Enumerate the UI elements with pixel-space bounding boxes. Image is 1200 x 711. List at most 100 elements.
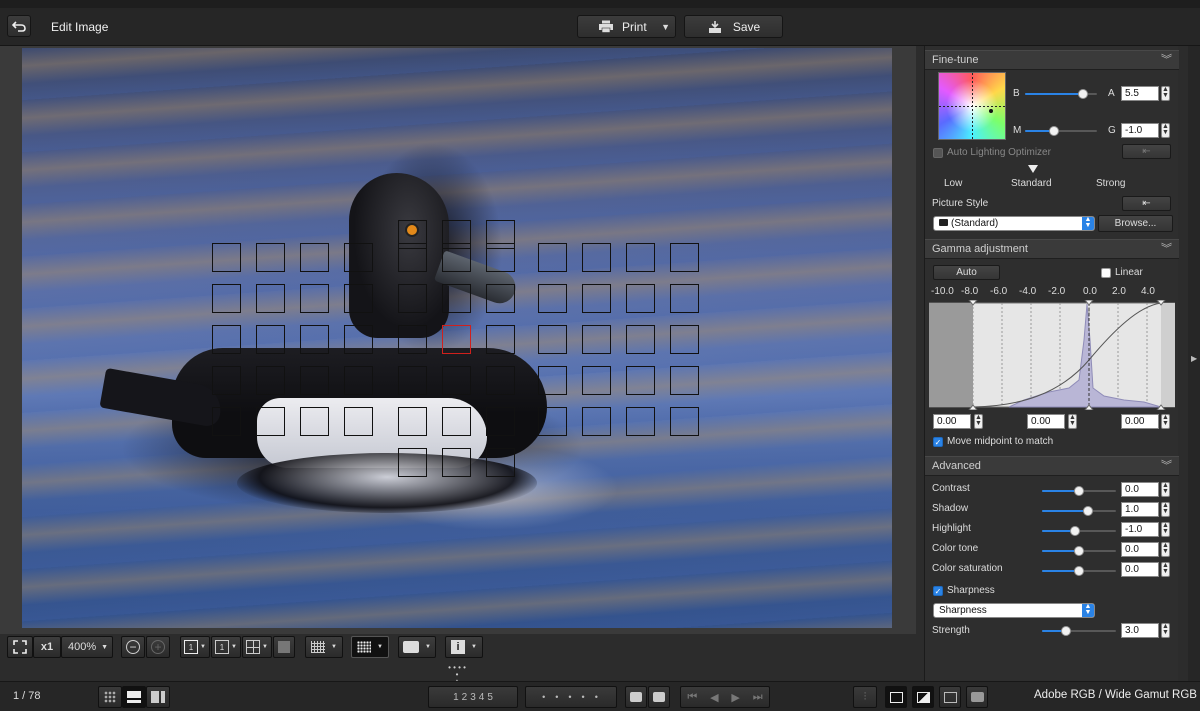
- picture-style-select[interactable]: (Standard) ▲ ▼: [933, 216, 1095, 231]
- camera-settings-button[interactable]: [966, 686, 988, 708]
- advanced-row-stepper[interactable]: ▲ ▼: [1161, 522, 1170, 537]
- af-points-toggle-button[interactable]: ▼: [351, 636, 389, 658]
- sharpness-checkbox[interactable]: ✓: [933, 586, 943, 596]
- af-point[interactable]: [626, 407, 655, 436]
- expand-arrow-icon[interactable]: ▶: [1191, 354, 1197, 363]
- af-point[interactable]: [300, 284, 329, 313]
- advanced-row-stepper[interactable]: ▲ ▼: [1161, 562, 1170, 577]
- af-point[interactable]: [256, 325, 285, 354]
- af-point[interactable]: [256, 366, 285, 395]
- alo-level-strong[interactable]: Strong: [1096, 178, 1125, 189]
- zoom-level-select[interactable]: 400% ▼: [61, 636, 113, 658]
- m-g-slider[interactable]: [1025, 126, 1097, 136]
- print-dropdown-icon[interactable]: ▼: [661, 22, 670, 32]
- af-point[interactable]: [538, 366, 567, 395]
- fit-screen-button[interactable]: [7, 636, 33, 658]
- gamma-mid-input[interactable]: 0.00: [1027, 414, 1065, 429]
- advanced-row-stepper[interactable]: ▲ ▼: [1161, 542, 1170, 557]
- af-point[interactable]: [442, 325, 471, 354]
- af-point[interactable]: [212, 284, 241, 313]
- af-point[interactable]: [300, 325, 329, 354]
- af-point[interactable]: [398, 366, 427, 395]
- filmstrip-toggle[interactable]: • • • • •▲: [446, 664, 468, 686]
- collapse-chevron-icon[interactable]: ︾: [1161, 51, 1172, 70]
- advanced-row-slider-knob[interactable]: [1074, 486, 1084, 496]
- advanced-header[interactable]: Advanced ︾: [925, 456, 1179, 476]
- af-point[interactable]: [670, 325, 699, 354]
- print-button[interactable]: Print ▼: [577, 15, 676, 38]
- last-image-icon[interactable]: ⏭: [753, 691, 763, 704]
- strength-slider[interactable]: [1042, 626, 1116, 636]
- af-point[interactable]: [344, 284, 373, 313]
- advanced-row-slider-knob[interactable]: [1074, 566, 1084, 576]
- af-point[interactable]: [670, 407, 699, 436]
- advanced-row-input[interactable]: -1.0: [1121, 522, 1159, 537]
- sharpness-mode-select[interactable]: Sharpness ▲ ▼: [933, 603, 1095, 618]
- rotate-left-button[interactable]: [625, 686, 647, 708]
- grid-button[interactable]: ▼: [305, 636, 343, 658]
- af-point[interactable]: [344, 325, 373, 354]
- af-point[interactable]: [486, 448, 515, 477]
- image-viewer[interactable]: [0, 46, 916, 634]
- advanced-row-stepper[interactable]: ▲ ▼: [1161, 502, 1170, 517]
- slot-1[interactable]: 1: [453, 692, 459, 703]
- af-point[interactable]: [256, 407, 285, 436]
- af-point[interactable]: [670, 284, 699, 313]
- advanced-row-slider-knob[interactable]: [1069, 526, 1080, 536]
- strength-input[interactable]: 3.0: [1121, 623, 1159, 638]
- gamma-high-stepper[interactable]: ▲ ▼: [1161, 414, 1170, 429]
- advanced-row-stepper[interactable]: ▲ ▼: [1161, 482, 1170, 497]
- color-wheel-point[interactable]: [989, 109, 993, 113]
- af-point[interactable]: [442, 407, 471, 436]
- zoom-in-button[interactable]: +: [146, 636, 170, 658]
- strength-stepper[interactable]: ▲ ▼: [1161, 623, 1170, 638]
- split-preview-button[interactable]: [146, 686, 170, 708]
- a-stepper[interactable]: ▲ ▼: [1161, 86, 1170, 101]
- b-a-slider-knob[interactable]: [1077, 89, 1088, 99]
- af-point[interactable]: [670, 243, 699, 272]
- preview-view-button[interactable]: [122, 686, 146, 708]
- info-button[interactable]: i ▼: [445, 636, 483, 658]
- picture-style-reset-button[interactable]: ⇤: [1122, 196, 1171, 211]
- b-a-slider[interactable]: [1025, 89, 1097, 99]
- next-image-icon[interactable]: ▶: [731, 691, 739, 704]
- af-point[interactable]: [486, 366, 515, 395]
- color-wheel[interactable]: [938, 72, 1006, 140]
- split-view-button[interactable]: ▼: [242, 636, 272, 658]
- alo-level-low[interactable]: Low: [944, 178, 962, 189]
- slot-2[interactable]: 2: [462, 692, 468, 703]
- back-button[interactable]: [7, 15, 31, 37]
- advanced-row-slider-knob[interactable]: [1074, 546, 1084, 556]
- advanced-row-input[interactable]: 0.0: [1121, 482, 1159, 497]
- af-point[interactable]: [398, 220, 427, 249]
- af-point[interactable]: [212, 325, 241, 354]
- move-midpoint-checkbox[interactable]: ✓: [933, 437, 943, 447]
- af-point[interactable]: [398, 448, 427, 477]
- af-point[interactable]: [300, 366, 329, 395]
- af-point[interactable]: [538, 284, 567, 313]
- af-point[interactable]: [486, 284, 515, 313]
- prev-image-icon[interactable]: ◀: [710, 691, 718, 704]
- a-value-input[interactable]: 5.5: [1121, 86, 1159, 101]
- rating-slots[interactable]: 1 2 3 4 5: [428, 686, 518, 708]
- af-point[interactable]: [212, 366, 241, 395]
- thumbnail-view-button[interactable]: [98, 686, 122, 708]
- compare-button[interactable]: [273, 636, 295, 658]
- af-point[interactable]: [256, 284, 285, 313]
- m-g-slider-knob[interactable]: [1048, 126, 1059, 136]
- af-point[interactable]: [300, 243, 329, 272]
- filter-button[interactable]: ⫶: [853, 686, 877, 708]
- af-point[interactable]: [582, 325, 611, 354]
- af-point[interactable]: [626, 325, 655, 354]
- af-point[interactable]: [582, 366, 611, 395]
- af-point[interactable]: [256, 243, 285, 272]
- navigation-buttons[interactable]: ⏮ ◀ ▶ ⏭: [680, 686, 770, 708]
- af-point[interactable]: [344, 407, 373, 436]
- af-point-display-button[interactable]: 1 ▼: [180, 636, 210, 658]
- gamma-header[interactable]: Gamma adjustment ︾: [925, 239, 1179, 259]
- af-point[interactable]: [626, 243, 655, 272]
- browse-button[interactable]: Browse...: [1098, 215, 1173, 232]
- strength-slider-knob[interactable]: [1061, 626, 1072, 636]
- af-point[interactable]: [442, 448, 471, 477]
- af-point[interactable]: [486, 325, 515, 354]
